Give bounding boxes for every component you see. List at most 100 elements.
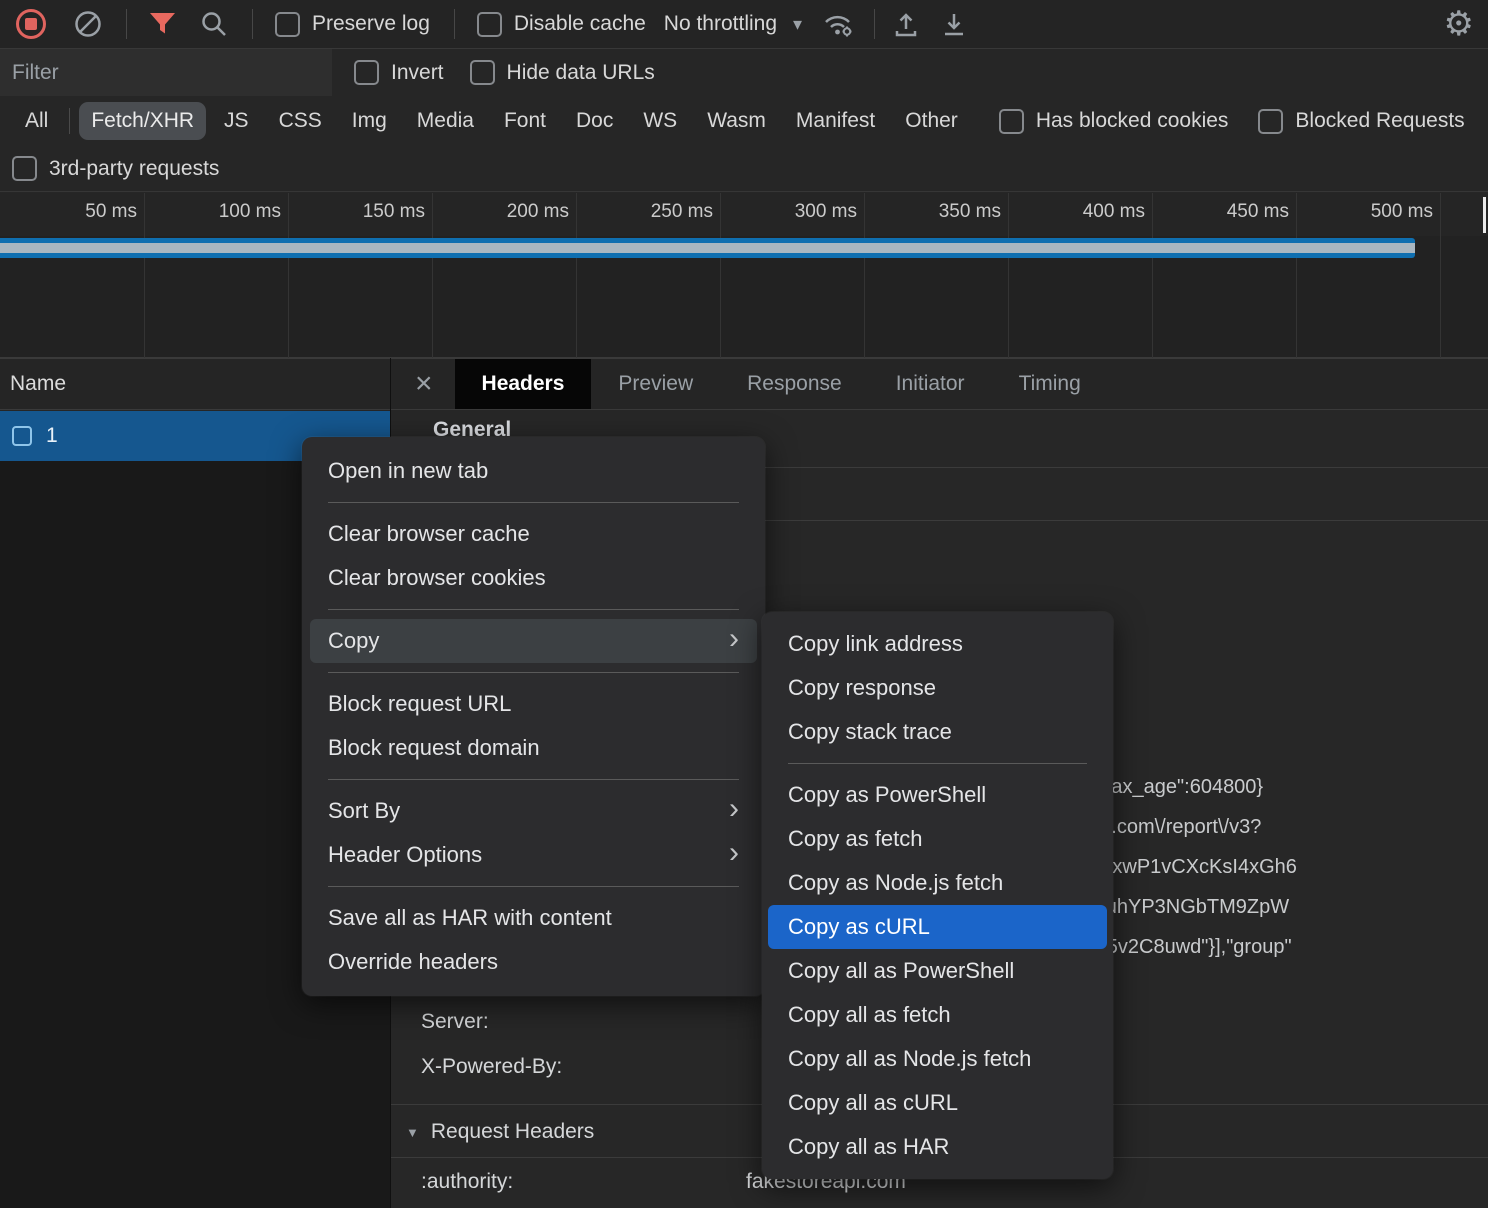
menu-item-copy-all-as-har[interactable]: Copy all as HAR — [762, 1125, 1113, 1169]
record-dot — [25, 18, 37, 30]
filter-wasm[interactable]: Wasm — [695, 102, 778, 140]
filter-doc[interactable]: Doc — [564, 102, 625, 140]
chevron-down-icon[interactable]: ▾ — [793, 14, 802, 35]
timeline-tick: 150 ms — [288, 201, 432, 223]
export-har-icon[interactable] — [941, 10, 967, 38]
third-party-checkbox[interactable]: 3rd-party requests — [12, 156, 219, 181]
settings-gear-icon[interactable]: ⚙ — [1444, 7, 1474, 41]
menu-item-sort-by[interactable]: Sort By› — [302, 789, 765, 833]
menu-item-label: Copy response — [788, 675, 936, 701]
invert-checkbox[interactable]: Invert — [354, 60, 444, 85]
disclosure-triangle-icon[interactable]: ▼ — [406, 1125, 419, 1140]
hide-data-urls-label: Hide data URLs — [507, 61, 655, 85]
menu-item-label: Copy all as Node.js fetch — [788, 1046, 1031, 1072]
menu-item-copy-all-as-node-js-fetch[interactable]: Copy all as Node.js fetch — [762, 1037, 1113, 1081]
menu-item-header-options[interactable]: Header Options› — [302, 833, 765, 877]
devtools-network-panel: Preserve log Disable cache No throttling… — [0, 0, 1488, 1208]
filter-divider — [69, 108, 70, 134]
invert-label: Invert — [391, 61, 444, 85]
timeline-tick: 450 ms — [1152, 201, 1296, 223]
preserve-log-checkbox[interactable]: Preserve log — [275, 12, 430, 37]
name-column-header[interactable]: Name — [0, 358, 390, 410]
menu-item-label: Copy link address — [788, 631, 963, 657]
tab-headers[interactable]: Headers — [455, 359, 592, 409]
menu-item-copy-as-node-js-fetch[interactable]: Copy as Node.js fetch — [762, 861, 1113, 905]
menu-item-copy-stack-trace[interactable]: Copy stack trace — [762, 710, 1113, 754]
filter-css[interactable]: CSS — [267, 102, 334, 140]
menu-divider — [328, 672, 739, 673]
menu-item-copy-as-fetch[interactable]: Copy as fetch — [762, 817, 1113, 861]
close-icon[interactable]: × — [391, 359, 455, 409]
request-headers-section[interactable]: ▼ Request Headers — [406, 1120, 594, 1144]
preserve-log-label: Preserve log — [312, 12, 430, 36]
throttling-select[interactable]: No throttling — [664, 12, 777, 36]
detail-tabs-row: × HeadersPreviewResponseInitiatorTiming — [391, 358, 1488, 410]
filter-font[interactable]: Font — [492, 102, 558, 140]
menu-divider — [328, 609, 739, 610]
menu-item-clear-browser-cache[interactable]: Clear browser cache — [302, 512, 765, 556]
menu-item-block-request-domain[interactable]: Block request domain — [302, 726, 765, 770]
menu-item-label: Override headers — [328, 949, 498, 975]
has-blocked-cookies-checkbox[interactable]: Has blocked cookies — [999, 109, 1229, 134]
filter-manifest[interactable]: Manifest — [784, 102, 887, 140]
filter-ws[interactable]: WS — [631, 102, 689, 140]
third-party-row: 3rd-party requests — [0, 146, 1488, 192]
timeline-tick: 350 ms — [864, 201, 1008, 223]
menu-divider — [328, 886, 739, 887]
filter-js[interactable]: JS — [212, 102, 261, 140]
menu-item-copy[interactable]: Copy› — [310, 619, 757, 663]
menu-item-copy-response[interactable]: Copy response — [762, 666, 1113, 710]
search-icon[interactable] — [200, 10, 228, 38]
menu-item-label: Copy all as HAR — [788, 1134, 949, 1160]
menu-item-open-in-new-tab[interactable]: Open in new tab — [302, 449, 765, 493]
menu-item-label: Copy as fetch — [788, 826, 923, 852]
tab-initiator[interactable]: Initiator — [869, 359, 992, 409]
menu-item-label: Clear browser cache — [328, 521, 530, 547]
toolbar-divider — [454, 9, 455, 39]
has-blocked-cookies-label: Has blocked cookies — [1036, 109, 1229, 133]
type-filter-row: All Fetch/XHRJSCSSImgMediaFontDocWSWasmMa… — [0, 96, 1488, 146]
filter-icon[interactable] — [149, 12, 176, 37]
menu-item-clear-browser-cookies[interactable]: Clear browser cookies — [302, 556, 765, 600]
menu-item-override-headers[interactable]: Override headers — [302, 940, 765, 984]
record-icon[interactable] — [16, 9, 46, 39]
clear-icon[interactable] — [74, 10, 102, 38]
menu-item-copy-all-as-fetch[interactable]: Copy all as fetch — [762, 993, 1113, 1037]
menu-item-label: Sort By — [328, 798, 400, 824]
hide-data-urls-checkbox[interactable]: Hide data URLs — [470, 60, 655, 85]
tab-timing[interactable]: Timing — [992, 359, 1108, 409]
menu-item-copy-as-powershell[interactable]: Copy as PowerShell — [762, 773, 1113, 817]
menu-item-label: Copy as PowerShell — [788, 782, 986, 808]
filter-fetch-xhr[interactable]: Fetch/XHR — [79, 102, 206, 140]
filter-other[interactable]: Other — [893, 102, 970, 140]
tab-preview[interactable]: Preview — [591, 359, 720, 409]
menu-item-copy-all-as-curl[interactable]: Copy all as cURL — [762, 1081, 1113, 1125]
menu-item-save-all-as-har-with-content[interactable]: Save all as HAR with content — [302, 896, 765, 940]
menu-item-copy-all-as-powershell[interactable]: Copy all as PowerShell — [762, 949, 1113, 993]
checkbox-icon — [999, 109, 1024, 134]
blocked-requests-checkbox[interactable]: Blocked Requests — [1258, 109, 1464, 134]
menu-item-label: Copy all as PowerShell — [788, 958, 1014, 984]
filter-media[interactable]: Media — [405, 102, 486, 140]
timeline-overview-bar[interactable] — [0, 238, 1415, 258]
filter-all[interactable]: All — [13, 102, 60, 140]
row-checkbox-icon[interactable] — [12, 426, 32, 446]
tab-response[interactable]: Response — [720, 359, 869, 409]
checkbox-icon — [12, 156, 37, 181]
x-powered-by-header-label: X-Powered-By: — [421, 1055, 562, 1079]
menu-item-block-request-url[interactable]: Block request URL — [302, 682, 765, 726]
detail-tabs: HeadersPreviewResponseInitiatorTiming — [455, 359, 1108, 409]
timeline-tick: 500 ms — [1296, 201, 1440, 223]
checkbox-icon — [477, 12, 502, 37]
network-conditions-icon[interactable] — [822, 10, 856, 38]
timeline-scroll-indicator — [1483, 197, 1486, 233]
disable-cache-checkbox[interactable]: Disable cache — [477, 12, 646, 37]
menu-item-copy-link-address[interactable]: Copy link address — [762, 622, 1113, 666]
request-context-menu: Open in new tab Clear browser cache Clear … — [302, 437, 765, 996]
import-har-icon[interactable] — [893, 10, 919, 38]
filter-img[interactable]: Img — [340, 102, 399, 140]
name-header-label: Name — [10, 372, 66, 396]
menu-item-copy-as-curl[interactable]: Copy as cURL — [768, 905, 1107, 949]
menu-item-label: Copy as cURL — [788, 914, 930, 940]
filter-input[interactable] — [0, 49, 332, 96]
